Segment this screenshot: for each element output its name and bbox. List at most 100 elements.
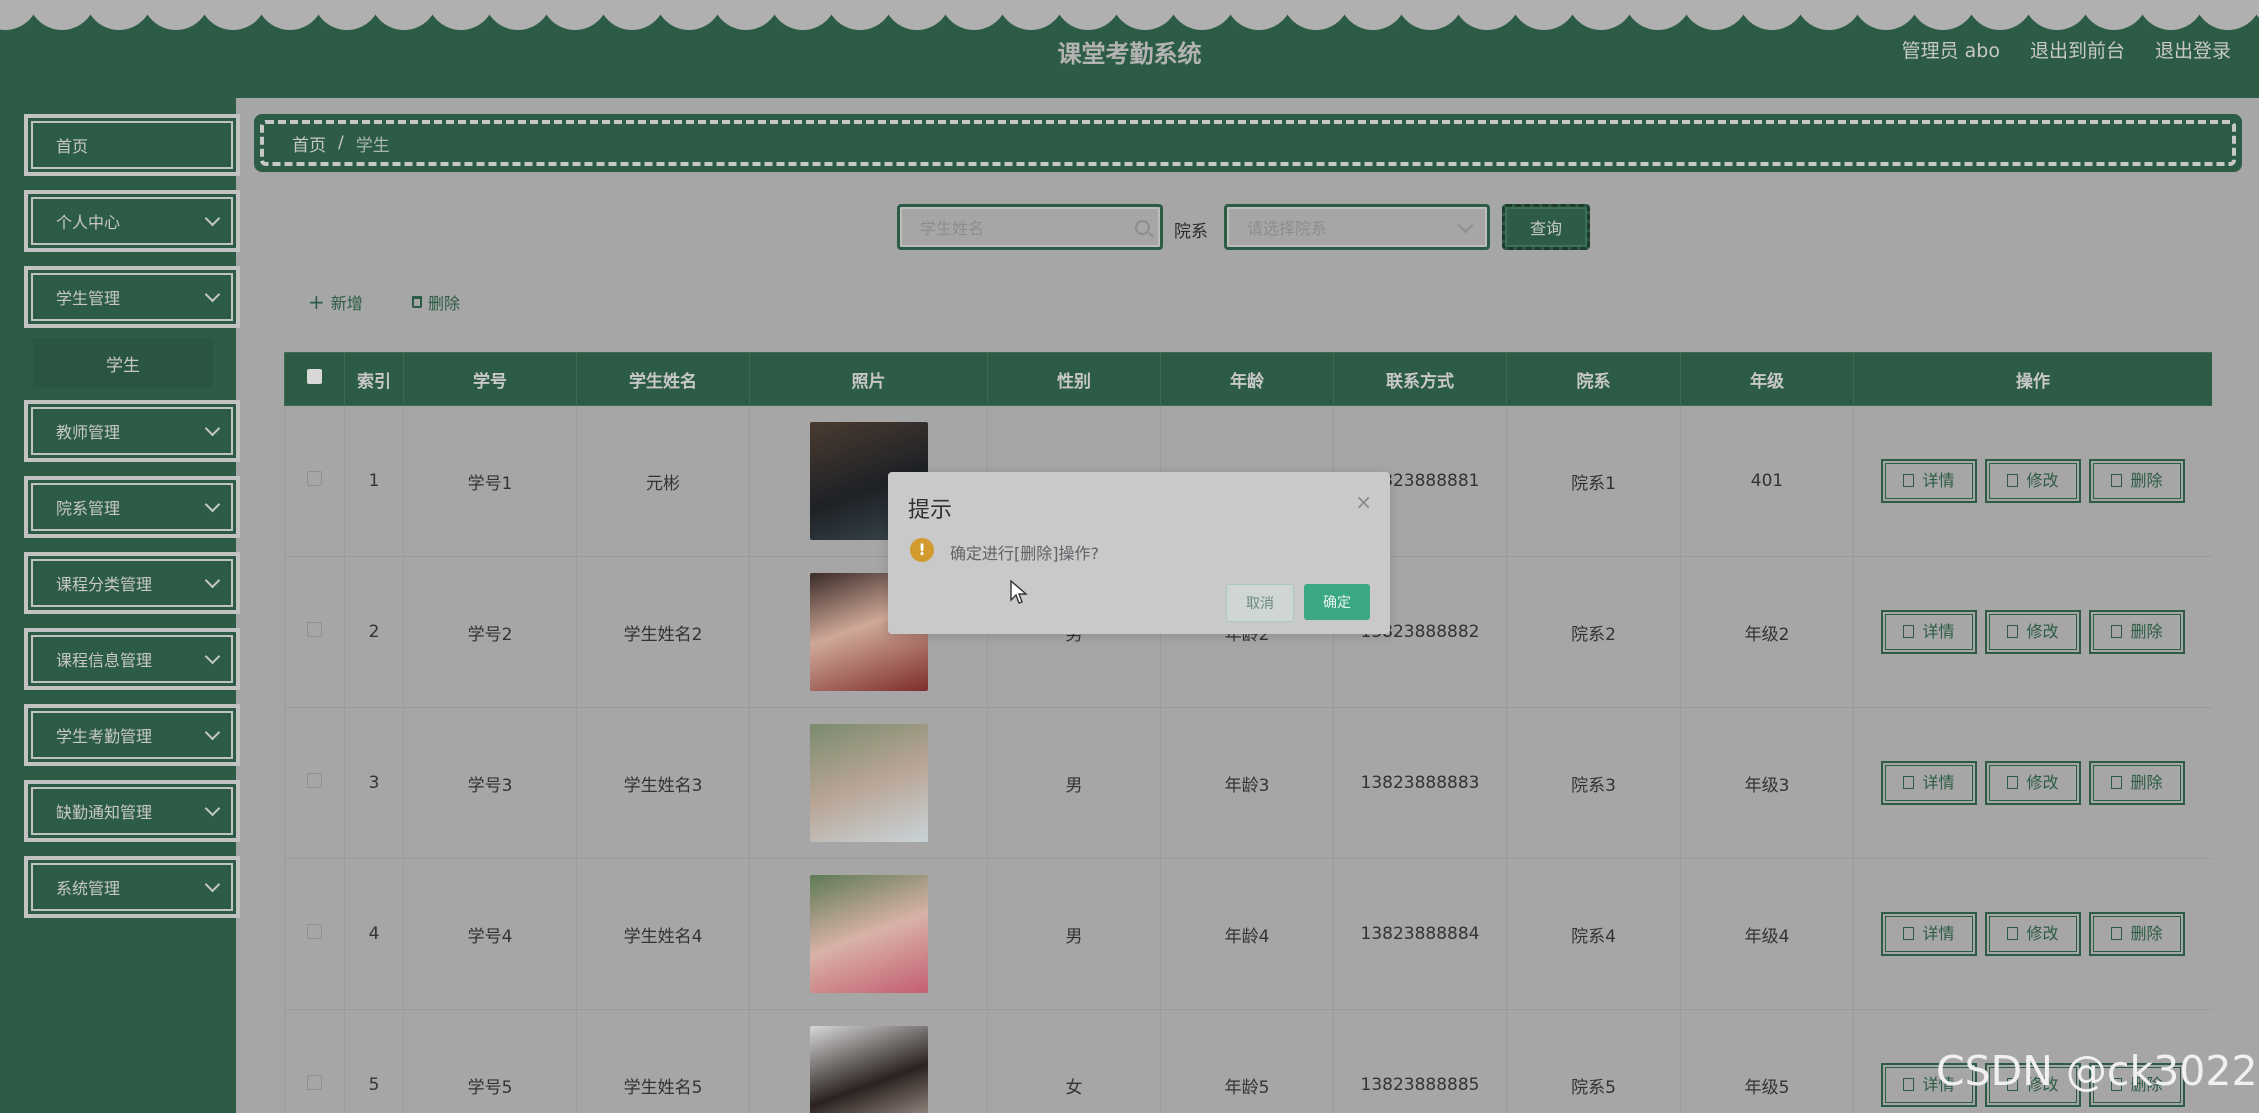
dialog-message: 确定进行[删除]操作?	[950, 544, 1099, 563]
delete-button[interactable]: 删除	[2089, 610, 2185, 654]
add-button[interactable]: + 新增	[308, 290, 363, 314]
edit-button[interactable]: 修改	[1985, 459, 2081, 503]
sidebar-item-course-info-management[interactable]: 课程信息管理	[24, 628, 240, 690]
breadcrumb-separator: /	[338, 133, 344, 153]
document-icon	[1903, 776, 1915, 789]
scallop-shape	[1567, 0, 1635, 30]
sidebar: 首页 个人中心 学生管理 学生 教师管理 院系管理 课程分类管理 课程信息管理 …	[0, 98, 240, 1113]
detail-button[interactable]: 详情	[1881, 761, 1977, 805]
scallop-shape	[1624, 0, 1692, 30]
edit-button[interactable]: 修改	[1985, 761, 2081, 805]
cell-age: 年龄3	[1160, 707, 1334, 859]
column-header: 索引	[344, 352, 404, 406]
sidebar-item-absence-notice-management[interactable]: 缺勤通知管理	[24, 780, 240, 842]
table-row[interactable]: 3 学号3 学生姓名3 男年龄3 13823888883 院系3 年级3 详情 修改 删除	[284, 707, 2212, 859]
cell-student-no: 学号5	[403, 1009, 577, 1113]
cell-index: 1	[344, 405, 404, 557]
scallop-shape	[1795, 0, 1863, 30]
search-icon	[1135, 220, 1150, 235]
chevron-down-icon	[204, 210, 221, 227]
row-select-cell[interactable]	[284, 707, 345, 859]
select-all-checkbox[interactable]	[307, 369, 322, 384]
scallop-shape	[769, 0, 837, 30]
row-select-cell[interactable]	[284, 556, 345, 708]
document-icon	[1903, 1078, 1915, 1091]
column-header: 操作	[1853, 352, 2212, 406]
row-checkbox[interactable]	[307, 924, 322, 939]
edit-button[interactable]: 修改	[1985, 912, 2081, 956]
chevron-down-icon	[204, 420, 221, 437]
admin-user-label: 管理员 abo	[1901, 40, 2000, 62]
scallop-shape	[2194, 0, 2259, 30]
scallop-shape	[1681, 0, 1749, 30]
sidebar-subitem-students[interactable]: 学生	[33, 338, 213, 388]
sidebar-item-department-management[interactable]: 院系管理	[24, 476, 240, 538]
row-select-cell[interactable]	[284, 858, 345, 1010]
scallop-shape	[370, 0, 438, 30]
student-name-input[interactable]	[900, 207, 1122, 249]
table-row[interactable]: 5 学号5 学生姓名5 女年龄5 13823888885 院系5 年级5 详情 修改 删除	[284, 1009, 2212, 1113]
delete-label: 删除	[2130, 622, 2163, 641]
edit-button[interactable]: 修改	[1985, 610, 2081, 654]
dialog-confirm-button[interactable]: 确定	[1304, 584, 1370, 620]
row-checkbox[interactable]	[307, 471, 322, 486]
cell-grade: 年级2	[1680, 556, 1854, 708]
sidebar-item-attendance-management[interactable]: 学生考勤管理	[24, 704, 240, 766]
scallop-shape	[2137, 0, 2205, 30]
dialog-title: 提示	[908, 498, 953, 523]
dialog-cancel-button[interactable]: 取消	[1226, 584, 1294, 622]
trash-icon	[412, 296, 422, 308]
table-row[interactable]: 4 学号4 学生姓名4 男年龄4 13823888884 院系4 年级4 详情 修改 删除	[284, 858, 2212, 1010]
cell-operations: 详情 修改 删除	[1853, 707, 2212, 859]
scallop-shape	[1510, 0, 1578, 30]
query-button[interactable]: 查询	[1502, 204, 1590, 250]
sidebar-item-course-category-management[interactable]: 课程分类管理	[24, 552, 240, 614]
detail-button[interactable]: 详情	[1881, 459, 1977, 503]
close-icon[interactable]: ×	[1355, 490, 1372, 514]
detail-label: 详情	[1922, 924, 1955, 943]
student-photo	[809, 875, 928, 993]
add-button-label: 新增	[330, 294, 363, 313]
confirm-dialog: 提示 × ! 确定进行[删除]操作? 取消 确定	[888, 472, 1390, 634]
row-select-cell[interactable]	[284, 405, 345, 557]
scallop-shape	[1396, 0, 1464, 30]
cell-age: 年龄5	[1160, 1009, 1334, 1113]
column-header: 年龄	[1160, 352, 1334, 406]
cell-operations: 详情 修改 删除	[1853, 556, 2212, 708]
sidebar-item-system-management[interactable]: 系统管理	[24, 856, 240, 918]
row-checkbox[interactable]	[307, 622, 322, 637]
row-checkbox[interactable]	[307, 1075, 322, 1090]
detail-button[interactable]: 详情	[1881, 610, 1977, 654]
select-all-header[interactable]	[284, 352, 345, 406]
detail-button[interactable]: 详情	[1881, 912, 1977, 956]
watermark: CSDN @ck3022	[1936, 1047, 2258, 1095]
sidebar-item-teacher-management[interactable]: 教师管理	[24, 400, 240, 462]
exit-to-front-link[interactable]: 退出到前台	[2030, 36, 2125, 63]
department-select[interactable]: 请选择院系	[1224, 204, 1490, 250]
row-select-cell[interactable]	[284, 1009, 345, 1113]
sidebar-item-home[interactable]: 首页	[24, 114, 240, 176]
sidebar-item-personal-center[interactable]: 个人中心	[24, 190, 240, 252]
chevron-down-icon	[204, 800, 221, 817]
delete-button[interactable]: 删除	[2089, 912, 2185, 956]
delete-label: 删除	[2130, 471, 2163, 490]
sidebar-item-label: 系统管理	[56, 879, 121, 898]
delete-button[interactable]: 删除	[2089, 761, 2185, 805]
logout-link[interactable]: 退出登录	[2155, 36, 2231, 63]
scallop-shape	[826, 0, 894, 30]
batch-delete-button[interactable]: 删除	[412, 290, 460, 314]
cell-photo	[749, 707, 988, 859]
scallop-shape	[1909, 0, 1977, 30]
detail-label: 详情	[1922, 622, 1955, 641]
trash-icon	[2111, 776, 2123, 789]
cell-age: 年龄4	[1160, 858, 1334, 1010]
row-checkbox[interactable]	[307, 773, 322, 788]
header-actions: 管理员 abo 退出到前台 退出登录	[1902, 36, 2231, 63]
detail-label: 详情	[1922, 471, 1955, 490]
scallop-shape	[1111, 0, 1179, 30]
cell-gender: 男	[987, 858, 1161, 1010]
breadcrumb-home[interactable]: 首页	[292, 131, 326, 156]
sidebar-item-student-management[interactable]: 学生管理	[24, 266, 240, 328]
delete-button[interactable]: 删除	[2089, 459, 2185, 503]
scallop-shape	[1738, 0, 1806, 30]
